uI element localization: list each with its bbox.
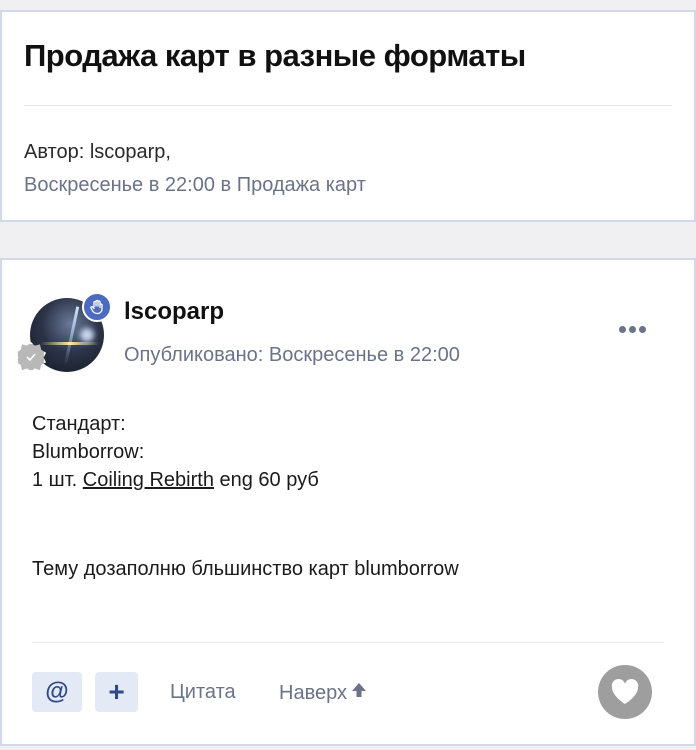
- hand-badge-icon: [82, 292, 112, 322]
- like-button[interactable]: [598, 665, 652, 719]
- post-card: lscoparp Опубликовано: Воскресенье в 22:…: [0, 258, 696, 746]
- divider: [32, 642, 664, 643]
- quote-link[interactable]: Цитата: [170, 681, 236, 704]
- more-options-button[interactable]: [619, 326, 646, 333]
- post-line: Blumborrow:: [32, 441, 145, 463]
- post-timestamp[interactable]: Опубликовано: Воскресенье в 22:00: [124, 344, 460, 367]
- topic-title: Продажа карт в разные форматы: [24, 38, 526, 73]
- post-line: Стандарт:: [32, 413, 126, 435]
- divider: [24, 105, 672, 106]
- card-link[interactable]: Coiling Rebirth: [83, 469, 214, 491]
- post-line: 1 шт. Coiling Rebirth eng 60 руб: [32, 469, 319, 491]
- mention-button[interactable]: @: [32, 672, 82, 712]
- topic-author[interactable]: Автор: lscoparp,: [24, 141, 171, 164]
- avatar-container[interactable]: [16, 292, 112, 372]
- arrow-up-icon: [351, 681, 367, 705]
- more-horizontal-icon: [619, 326, 626, 333]
- heart-icon: [611, 679, 639, 704]
- topic-header-card: Продажа карт в разные форматы Автор: lsc…: [0, 10, 696, 222]
- post-line: Тему дозаполню бльшинство карт blumborro…: [32, 558, 459, 580]
- scroll-top-label: Наверх: [279, 681, 347, 704]
- multiquote-button[interactable]: +: [95, 672, 138, 712]
- post-author-name[interactable]: lscoparp: [124, 298, 224, 326]
- post-content: Стандарт: Blumborrow: 1 шт. Coiling Rebi…: [32, 410, 459, 583]
- topic-date-forum[interactable]: Воскресенье в 22:00 в Продажа карт: [24, 174, 366, 197]
- scroll-top-link[interactable]: Наверх: [279, 681, 367, 705]
